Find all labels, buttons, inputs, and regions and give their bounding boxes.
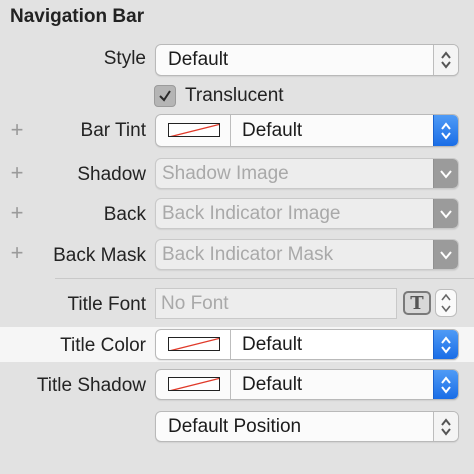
checkmark-icon [159, 90, 171, 102]
bar-tint-popup[interactable]: Default [155, 114, 459, 147]
title-color-label: Title Color [60, 335, 146, 356]
shadow-dropdown[interactable] [433, 159, 458, 188]
style-value: Default [168, 49, 229, 70]
translucent-checkbox[interactable] [154, 85, 176, 107]
title-color-color-well[interactable] [156, 330, 231, 359]
back-dropdown[interactable] [433, 199, 458, 228]
up-down-chevron-icon [441, 375, 451, 394]
up-down-chevron-icon [441, 335, 451, 354]
title-font-label: Title Font [67, 294, 147, 315]
back-mask-combo[interactable]: Back Indicator Mask [155, 239, 459, 270]
back-label: Back [103, 204, 146, 225]
title-color-stepper[interactable] [433, 330, 458, 359]
translucent-label: Translucent [185, 85, 284, 106]
style-stepper[interactable] [433, 45, 458, 75]
title-shadow-stepper[interactable] [433, 370, 458, 399]
title-color-popup[interactable]: Default [155, 329, 459, 360]
title-font-field[interactable]: No Font T [155, 288, 459, 319]
title-shadow-popup[interactable]: Default [155, 369, 459, 400]
back-add-icon[interactable]: + [8, 202, 26, 224]
bar-tint-color-well[interactable] [156, 115, 231, 146]
shadow-combo[interactable]: Shadow Image [155, 158, 459, 189]
position-popup[interactable]: Default Position [155, 411, 459, 442]
up-down-chevron-icon [441, 121, 451, 140]
back-combo[interactable]: Back Indicator Image [155, 198, 459, 229]
up-down-chevron-icon [441, 51, 451, 69]
title-font-placeholder: No Font [161, 293, 229, 314]
bar-tint-value: Default [242, 120, 303, 141]
shadow-label: Shadow [77, 164, 146, 185]
bar-tint-stepper[interactable] [433, 115, 458, 146]
title-shadow-label: Title Shadow [36, 375, 146, 396]
shadow-placeholder: Shadow Image [162, 163, 289, 184]
chevron-down-icon [440, 169, 452, 179]
back-placeholder: Back Indicator Image [162, 203, 341, 224]
up-down-chevron-icon [441, 293, 451, 313]
up-down-chevron-icon [441, 417, 451, 436]
chevron-down-icon [440, 250, 452, 260]
position-value: Default Position [168, 416, 302, 437]
position-stepper[interactable] [433, 412, 458, 441]
back-mask-dropdown[interactable] [433, 240, 458, 269]
chevron-down-icon [440, 209, 452, 219]
separator [55, 278, 474, 279]
section-title: Navigation Bar [10, 6, 145, 27]
back-mask-add-icon[interactable]: + [8, 242, 26, 264]
back-mask-label: Back Mask [53, 245, 146, 266]
font-picker-button[interactable]: T [403, 291, 431, 315]
title-shadow-color-well[interactable] [156, 370, 231, 399]
bar-tint-label: Bar Tint [80, 120, 146, 141]
title-shadow-value: Default [242, 374, 303, 395]
shadow-add-icon[interactable]: + [8, 162, 26, 184]
style-popup[interactable]: Default [155, 44, 459, 76]
title-color-value: Default [242, 334, 303, 355]
title-font-stepper[interactable] [435, 289, 457, 317]
bar-tint-add-icon[interactable]: + [8, 119, 26, 141]
back-mask-placeholder: Back Indicator Mask [162, 244, 334, 265]
style-label: Style [103, 48, 146, 69]
